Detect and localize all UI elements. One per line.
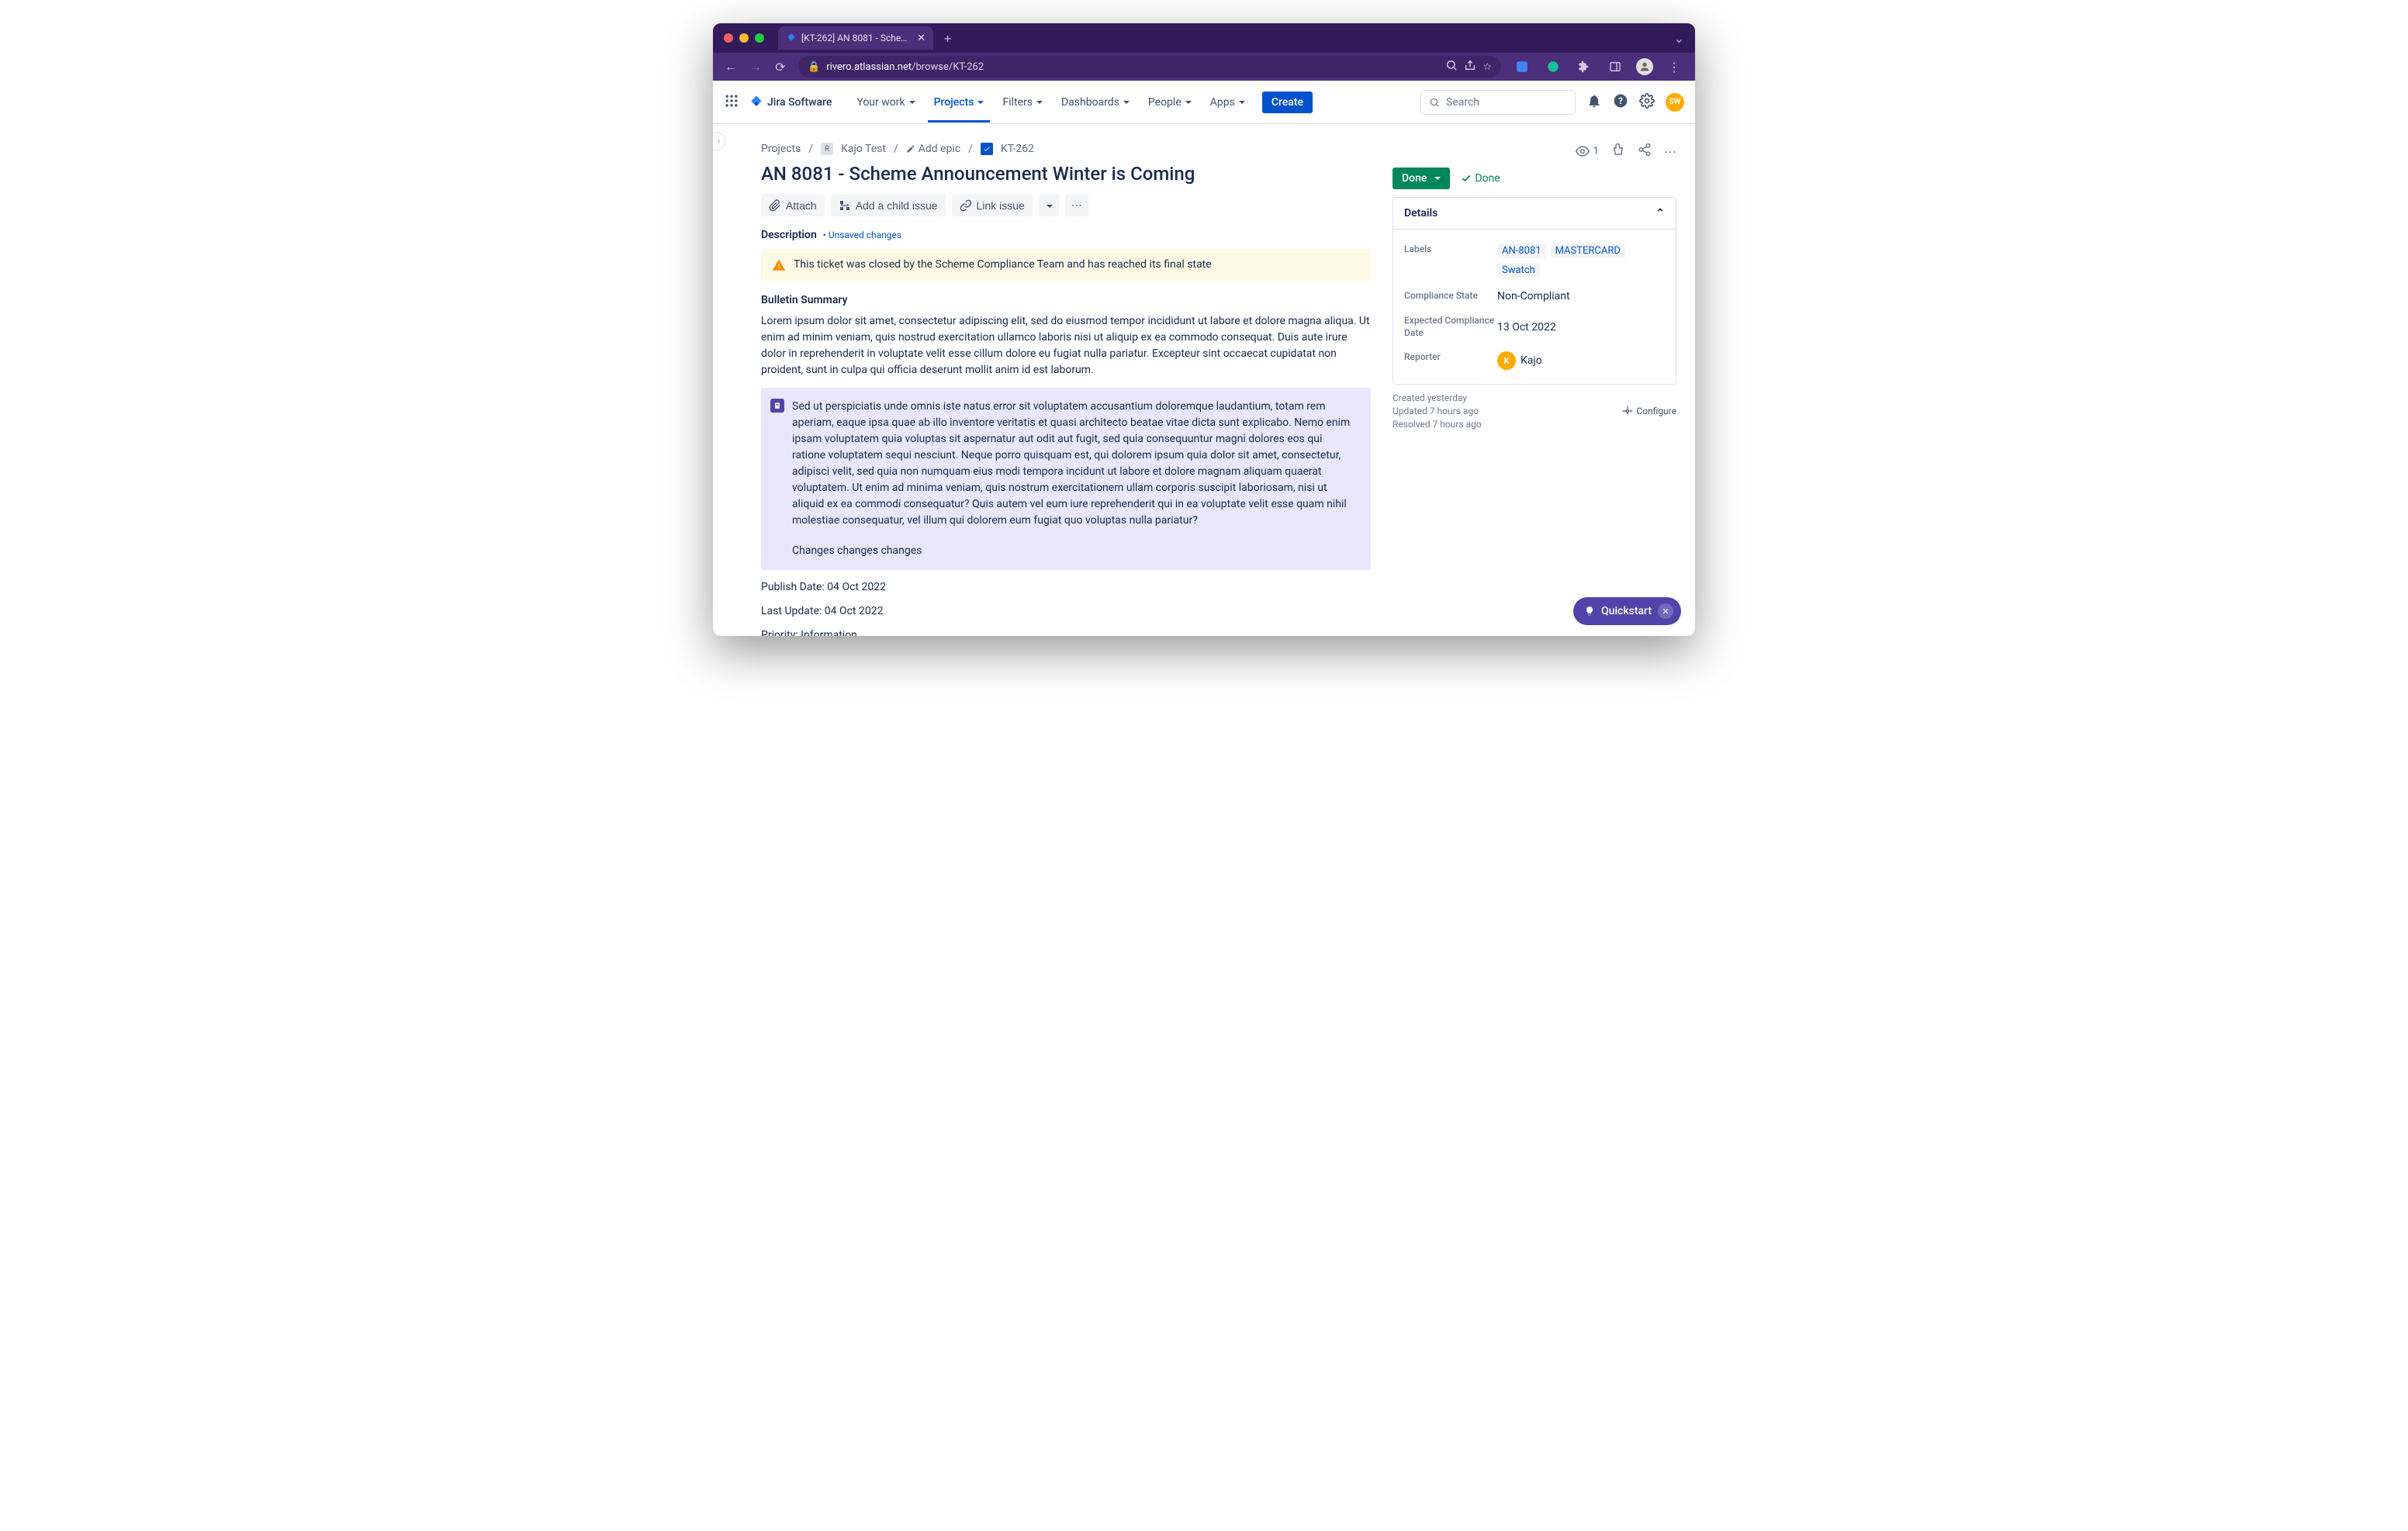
note-icon — [770, 399, 784, 413]
search-input[interactable]: Search — [1420, 90, 1576, 115]
reload-button[interactable]: ⟳ — [773, 60, 787, 74]
browser-profile-avatar[interactable] — [1636, 58, 1653, 75]
warning-icon — [772, 258, 786, 272]
watch-icon[interactable]: 1 — [1576, 144, 1599, 158]
extension-icon-2[interactable] — [1543, 60, 1563, 74]
last-update: Last Update: 04 Oct 2022 — [761, 603, 1371, 620]
unsaved-indicator: • Unsaved changes — [823, 230, 901, 240]
create-button[interactable]: Create — [1262, 92, 1313, 113]
window-close-dot[interactable] — [724, 33, 733, 43]
tab-close-icon[interactable]: ✕ — [917, 33, 925, 44]
more-actions-button[interactable]: ⋯ — [1065, 194, 1088, 216]
issue-actions-icon[interactable]: ⋯ — [1664, 144, 1676, 159]
link-dropdown-button[interactable] — [1039, 194, 1059, 216]
forward-button: → — [749, 59, 763, 74]
share-icon[interactable] — [1464, 59, 1476, 74]
label-tag[interactable]: AN-8081 — [1497, 244, 1546, 258]
details-panel: Details ⌃ Labels AN-8081 MASTERCARD Swat… — [1393, 197, 1676, 385]
crumb-issue-key[interactable]: KT-262 — [1001, 143, 1034, 155]
browser-menu-icon[interactable]: ⋮ — [1664, 60, 1684, 74]
extension-icon-1[interactable] — [1512, 60, 1532, 74]
svg-text:?: ? — [1618, 95, 1623, 106]
add-child-button[interactable]: Add a child issue — [831, 194, 946, 216]
priority-line: Priority: Information — [761, 627, 1371, 636]
window-minimize-dot[interactable] — [739, 33, 749, 43]
jira-tab-icon — [786, 33, 797, 43]
quickstart-close-icon[interactable]: ✕ — [1658, 603, 1673, 619]
gear-icon — [1622, 406, 1633, 416]
address-bar[interactable]: 🔒 rivero.atlassian.net/browse/KT-262 ☆ — [798, 56, 1501, 78]
issue-title[interactable]: AN 8081 - Scheme Announcement Winter is … — [761, 163, 1371, 185]
child-issue-icon — [839, 199, 851, 212]
details-toggle[interactable]: Details ⌃ — [1393, 198, 1676, 230]
pencil-icon — [906, 144, 915, 154]
jira-logo[interactable]: Jira Software — [749, 95, 832, 110]
lock-icon: 🔒 — [808, 61, 820, 73]
attach-icon — [769, 199, 781, 212]
expected-compliance-field[interactable]: Expected Compliance Date 13 Oct 2022 — [1404, 309, 1665, 345]
alert-panel: This ticket was closed by the Scheme Com… — [761, 249, 1371, 282]
labels-field[interactable]: Labels AN-8081 MASTERCARD Swatch — [1404, 237, 1665, 284]
workflow-done-flag: Done — [1461, 172, 1500, 185]
reporter-avatar: K — [1497, 351, 1516, 370]
browser-titlebar: [KT-262] AN 8081 - Scheme A ✕ + ⌄ — [713, 23, 1695, 53]
publish-date: Publish Date: 04 Oct 2022 — [761, 579, 1371, 596]
compliance-state-field[interactable]: Compliance State Non-Compliant — [1404, 284, 1665, 309]
sidepanel-icon[interactable] — [1605, 60, 1625, 73]
status-button[interactable]: Done — [1393, 168, 1450, 189]
url-host: rivero.atlassian.net — [826, 61, 912, 73]
nav-apps[interactable]: Apps — [1204, 92, 1251, 113]
bookmark-icon[interactable]: ☆ — [1483, 61, 1492, 73]
app-switcher-icon[interactable] — [724, 93, 739, 112]
link-icon — [960, 199, 972, 212]
browser-tab[interactable]: [KT-262] AN 8081 - Scheme A ✕ — [778, 26, 933, 50]
description-body[interactable]: Bulletin Summary Lorem ipsum dolor sit a… — [761, 292, 1371, 636]
search-icon — [1429, 97, 1440, 108]
back-button[interactable]: ← — [724, 59, 738, 74]
nav-your-work[interactable]: Your work — [850, 92, 921, 113]
browser-toolbar: ← → ⟳ 🔒 rivero.atlassian.net/browse/KT-2… — [713, 53, 1695, 81]
label-tag[interactable]: Swatch — [1497, 263, 1540, 278]
breadcrumb: Projects / R Kajo Test / Add epic / KT-2… — [761, 143, 1371, 155]
link-issue-button[interactable]: Link issue — [952, 194, 1033, 216]
crumb-project[interactable]: Kajo Test — [841, 143, 886, 155]
project-icon: R — [821, 143, 833, 155]
url-path: /browse/KT-262 — [912, 61, 984, 73]
help-icon[interactable]: ? — [1613, 93, 1628, 112]
jira-top-nav: Jira Software Your work Projects Filters… — [713, 81, 1695, 124]
add-epic-button[interactable]: Add epic — [906, 143, 960, 155]
nav-dashboards[interactable]: Dashboards — [1055, 92, 1136, 113]
summary-paragraph: Lorem ipsum dolor sit amet, consectetur … — [761, 313, 1371, 378]
share-issue-icon[interactable] — [1638, 143, 1652, 160]
new-tab-button[interactable]: + — [944, 31, 951, 46]
user-avatar[interactable]: SW — [1666, 93, 1684, 112]
summary-heading: Bulletin Summary — [761, 292, 1371, 309]
info-panel: Sed ut perspiciatis unde omnis iste natu… — [761, 388, 1371, 570]
tab-title: [KT-262] AN 8081 - Scheme A — [801, 33, 912, 43]
settings-icon[interactable] — [1639, 93, 1655, 112]
description-label: Description — [761, 229, 817, 241]
translate-icon[interactable] — [1445, 59, 1458, 74]
updated-timestamp: Updated 7 hours ago — [1393, 406, 1482, 416]
resolved-timestamp: Resolved 7 hours ago — [1393, 419, 1482, 430]
extensions-menu-icon[interactable] — [1574, 60, 1594, 73]
reporter-field[interactable]: Reporter KKajo — [1404, 345, 1665, 376]
chevron-up-icon: ⌃ — [1656, 207, 1665, 219]
lightbulb-icon — [1584, 606, 1595, 617]
created-timestamp: Created yesterday — [1393, 392, 1482, 403]
label-tag[interactable]: MASTERCARD — [1551, 244, 1625, 258]
check-icon — [1461, 173, 1472, 184]
nav-projects[interactable]: Projects — [928, 82, 991, 123]
nav-filters[interactable]: Filters — [996, 92, 1049, 113]
tab-overflow-icon[interactable]: ⌄ — [1674, 31, 1684, 46]
configure-button[interactable]: Configure — [1622, 392, 1676, 430]
notifications-icon[interactable] — [1586, 93, 1602, 112]
quickstart-button[interactable]: Quickstart ✕ — [1573, 597, 1681, 625]
attach-button[interactable]: Attach — [761, 194, 825, 216]
crumb-projects[interactable]: Projects — [761, 143, 801, 155]
vote-icon[interactable] — [1611, 143, 1625, 160]
nav-people[interactable]: People — [1142, 92, 1198, 113]
issue-type-icon — [981, 143, 993, 155]
window-maximize-dot[interactable] — [755, 33, 764, 43]
